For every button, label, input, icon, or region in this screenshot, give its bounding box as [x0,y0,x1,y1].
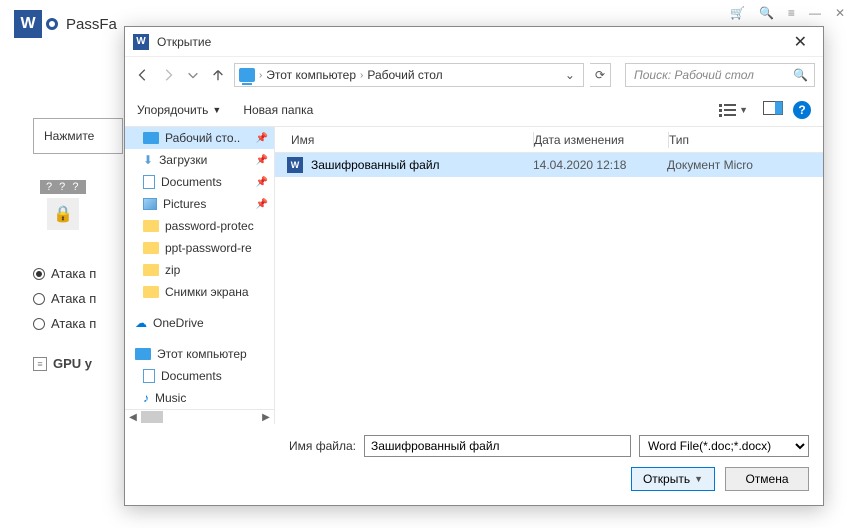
organize-button[interactable]: Упорядочить▼ [137,103,221,117]
sidebar-item-folder[interactable]: zip [125,259,274,281]
sidebar-item-this-pc[interactable]: Этот компьютер [125,343,274,365]
unknown-label: ? ? ? [40,180,86,194]
pictures-icon [143,198,157,210]
sidebar-item-pc-documents[interactable]: Documents [125,365,274,387]
document-icon [143,369,155,383]
word-file-icon: W [287,157,303,173]
col-date[interactable]: Дата изменения [534,133,668,147]
menu-icon[interactable]: ≡ [788,6,795,20]
crumb-desktop[interactable]: Рабочий стол [363,68,446,82]
attack-radios: Атака п Атака п Атака п [33,266,96,331]
col-name[interactable]: Имя [287,133,533,147]
app-logo-key-icon [46,18,58,30]
app-logo-icon: W [14,10,42,38]
attack-radio-3[interactable]: Атака п [33,316,96,331]
filetype-select[interactable]: Word File(*.doc;*.docx) [639,435,809,457]
dialog-title: Открытие [157,35,211,49]
breadcrumb-path[interactable]: › Этот компьютер › Рабочий стол ⌄ [234,63,584,87]
cancel-button[interactable]: Отмена [725,467,809,491]
path-dropdown-icon[interactable]: ⌄ [561,68,579,82]
cloud-icon: ☁ [135,316,147,330]
file-type: Документ Micro [667,158,823,172]
bg-window-controls: 🛒 🔍 ≡ — ✕ [730,6,845,20]
file-date: 14.04.2020 12:18 [533,158,667,172]
nav-forward-button[interactable] [158,64,177,86]
dialog-navbar: › Этот компьютер › Рабочий стол ⌄ ⟳ 🔍 [125,57,823,93]
search-icon[interactable]: 🔍 [793,68,808,82]
gpu-icon: ≡ [33,357,47,371]
import-label: Нажмите [44,129,94,143]
minimize-icon[interactable]: — [809,6,821,20]
import-box[interactable]: Нажмите [33,118,123,154]
sidebar-item-documents[interactable]: Documents📌 [125,171,274,193]
attack-radio-2[interactable]: Атака п [33,291,96,306]
nav-up-button[interactable] [209,64,228,86]
pin-icon: 📌 [256,133,268,144]
help-button[interactable]: ? [793,101,811,119]
gpu-label: GPU у [53,356,92,371]
list-header: Имя Дата изменения Тип [275,127,823,153]
unknown-password: ? ? ? 🔒 [40,180,86,230]
refresh-button[interactable]: ⟳ [590,63,611,87]
filename-input[interactable] [364,435,631,457]
sidebar-hscroll[interactable]: ◀ ▶ [125,409,274,424]
nav-back-button[interactable] [133,64,152,86]
sidebar-item-pc-music[interactable]: ♪Music [125,387,274,409]
scroll-left-icon[interactable]: ◀ [127,412,139,423]
word-icon: W [133,34,149,50]
col-type[interactable]: Тип [669,133,823,147]
sidebar-item-downloads[interactable]: ⬇Загрузки📌 [125,149,274,171]
folder-icon [143,242,159,254]
file-name: Зашифрованный файл [311,158,533,172]
document-icon [143,175,155,189]
dialog-toolbar: Упорядочить▼ Новая папка ▼ ? [125,93,823,127]
view-mode-button[interactable]: ▼ [714,100,753,120]
folder-icon [143,264,159,276]
chevron-down-icon: ▼ [694,474,703,484]
sidebar-item-desktop[interactable]: Рабочий сто..📌 [125,127,274,149]
pin-icon: 📌 [256,199,268,210]
search-box[interactable]: 🔍 [625,63,815,87]
sidebar-item-folder[interactable]: ppt-password-re [125,237,274,259]
open-button[interactable]: Открыть▼ [631,467,715,491]
lock-icon: 🔒 [47,198,79,230]
pin-icon: 📌 [256,155,268,166]
sidebar-item-onedrive[interactable]: ☁OneDrive [125,312,274,334]
music-icon: ♪ [143,391,149,405]
sidebar-item-folder[interactable]: password-protec [125,215,274,237]
cart-icon[interactable]: 🛒 [730,6,745,20]
sidebar-item-folder[interactable]: Снимки экрана [125,281,274,303]
close-icon[interactable]: ✕ [835,6,845,20]
folder-icon [143,286,159,298]
folder-icon [143,220,159,232]
downloads-icon: ⬇ [143,153,153,167]
attack-radio-1[interactable]: Атака п [33,266,96,281]
dialog-close-button[interactable]: ✕ [786,32,815,52]
file-list: Имя Дата изменения Тип W Зашифрованный ф… [275,127,823,424]
desktop-icon [143,132,159,144]
dialog-bottom: Имя файла: Word File(*.doc;*.docx) Откры… [125,424,823,505]
filename-row: Имя файла: Word File(*.doc;*.docx) [289,435,809,457]
this-pc-icon [135,348,151,360]
app-name: PassFa [66,16,117,33]
scroll-thumb[interactable] [141,411,163,423]
gpu-row: ≡ GPU у [33,356,92,371]
crumb-this-pc[interactable]: Этот компьютер [262,68,360,82]
nav-recent-dropdown[interactable] [183,64,202,86]
new-folder-button[interactable]: Новая папка [243,103,313,117]
button-row: Открыть▼ Отмена [139,467,809,491]
sidebar: Рабочий сто..📌 ⬇Загрузки📌 Documents📌 Pic… [125,127,275,424]
search-icon[interactable]: 🔍 [759,6,774,20]
file-row[interactable]: W Зашифрованный файл 14.04.2020 12:18 До… [275,153,823,177]
file-open-dialog: W Открытие ✕ › Этот компьютер › Рабочий … [124,26,824,506]
dialog-titlebar: W Открытие ✕ [125,27,823,57]
search-input[interactable] [632,67,793,83]
this-pc-icon [239,68,255,82]
scroll-right-icon[interactable]: ▶ [260,412,272,423]
pin-icon: 📌 [256,177,268,188]
filename-label: Имя файла: [289,439,356,453]
preview-pane-button[interactable] [763,101,783,118]
sidebar-item-pictures[interactable]: Pictures📌 [125,193,274,215]
dialog-body: Рабочий сто..📌 ⬇Загрузки📌 Documents📌 Pic… [125,127,823,424]
